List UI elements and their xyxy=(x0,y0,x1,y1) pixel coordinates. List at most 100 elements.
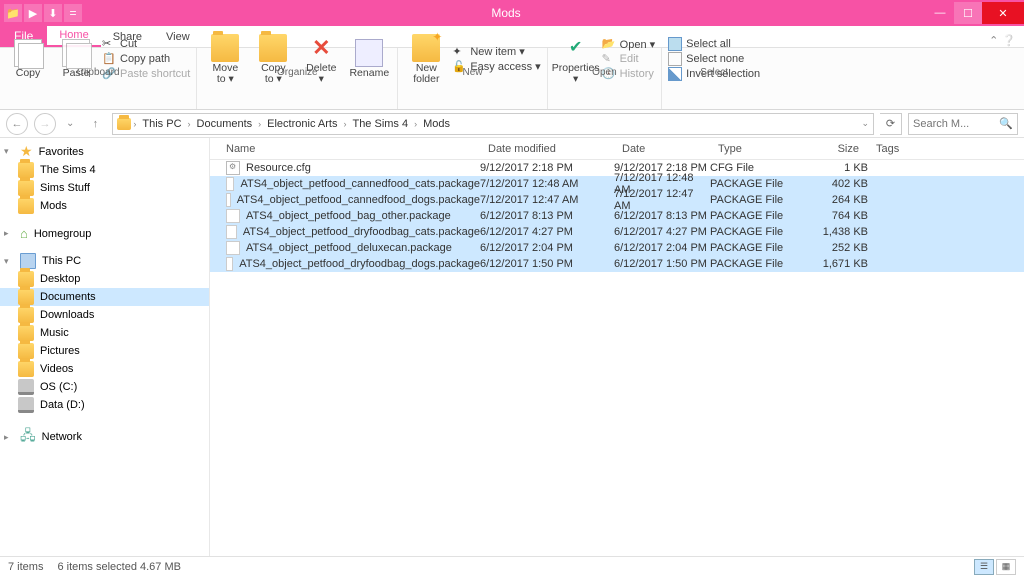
nav-network[interactable]: ▸🖧Network xyxy=(0,424,209,450)
search-icon: 🔍 xyxy=(999,117,1013,130)
crumb-thispc[interactable]: This PC xyxy=(138,118,185,130)
col-size[interactable]: Size xyxy=(798,143,868,155)
nav-homegroup[interactable]: ▸⌂Homegroup xyxy=(0,225,209,242)
collapse-icon[interactable]: ▾ xyxy=(4,256,14,267)
help-icon[interactable]: ❔ xyxy=(1002,34,1016,47)
nav-favorites[interactable]: ▾★Favorites xyxy=(0,142,209,161)
edit-button[interactable]: ✎Edit xyxy=(602,52,656,66)
view-large-button[interactable]: ▦ xyxy=(996,559,1016,575)
nav-pc-item[interactable]: Desktop xyxy=(0,270,209,288)
select-none-icon xyxy=(668,52,682,66)
cut-button[interactable]: ✂Cut xyxy=(102,37,190,51)
group-label: New xyxy=(404,66,540,78)
homegroup-icon: ⌂ xyxy=(20,226,28,241)
col-type[interactable]: Type xyxy=(710,143,798,155)
nav-pc-item-documents[interactable]: Documents xyxy=(0,288,209,306)
nav-pc-item[interactable]: Videos xyxy=(0,360,209,378)
expand-icon[interactable]: ▸ xyxy=(4,432,14,443)
group-clipboard: Copy Paste ✂Cut 📋Copy path 🔗Paste shortc… xyxy=(0,48,197,109)
file-row[interactable]: ATS4_object_petfood_dryfoodbag_cats.pack… xyxy=(210,224,1024,240)
col-date-modified[interactable]: Date modified xyxy=(480,143,614,155)
file-row[interactable]: ATS4_object_petfood_dryfoodbag_dogs.pack… xyxy=(210,256,1024,272)
file-icon xyxy=(226,177,234,191)
file-row[interactable]: ATS4_object_petfood_deluxecan.package6/1… xyxy=(210,240,1024,256)
breadcrumb[interactable]: › This PC› Documents› Electronic Arts› T… xyxy=(112,113,874,135)
nav-fav-item[interactable]: Sims Stuff xyxy=(0,179,209,197)
window-buttons: — ☐ ✕ xyxy=(926,2,1024,24)
search-box[interactable]: 🔍 xyxy=(908,113,1018,135)
chevron-right-icon[interactable]: › xyxy=(258,119,261,129)
status-item-count: 7 items xyxy=(8,561,43,573)
minimize-button[interactable]: — xyxy=(926,2,954,24)
chevron-right-icon[interactable]: › xyxy=(414,119,417,129)
nav-up-button[interactable]: ↑ xyxy=(84,113,106,135)
nav-fav-item[interactable]: The Sims 4 xyxy=(0,161,209,179)
pc-icon xyxy=(20,253,36,269)
file-icon xyxy=(226,225,237,239)
file-size: 1,671 KB xyxy=(798,258,868,270)
file-date: 6/12/2017 8:13 PM xyxy=(614,210,710,222)
refresh-button[interactable]: ⟳ xyxy=(880,113,902,135)
folder-icon xyxy=(18,343,34,359)
file-type: PACKAGE File xyxy=(710,226,798,238)
maximize-button[interactable]: ☐ xyxy=(954,2,982,24)
file-date: 6/12/2017 1:50 PM xyxy=(614,258,710,270)
file-date-modified: 6/12/2017 8:13 PM xyxy=(480,210,614,222)
select-none-button[interactable]: Select none xyxy=(668,52,760,66)
nav-pc-item[interactable]: Downloads xyxy=(0,306,209,324)
crumb-mods[interactable]: Mods xyxy=(419,118,454,130)
drive-icon xyxy=(18,379,34,395)
file-type: PACKAGE File xyxy=(710,242,798,254)
qat-customize-icon[interactable]: = xyxy=(64,4,82,22)
chevron-right-icon[interactable]: › xyxy=(188,119,191,129)
col-name[interactable]: Name xyxy=(210,143,480,155)
close-button[interactable]: ✕ xyxy=(982,2,1024,24)
group-new: New folder ✦New item ▾ 🔓Easy access ▾ Ne… xyxy=(398,48,547,109)
chevron-right-icon[interactable]: › xyxy=(343,119,346,129)
group-organize: Move to ▾ Copy to ▾ ✕Delete ▾ Rename Org… xyxy=(197,48,398,109)
qat-dropdown-icon[interactable]: ⬇ xyxy=(44,4,62,22)
file-type: CFG File xyxy=(710,162,798,174)
nav-thispc[interactable]: ▾This PC xyxy=(0,252,209,270)
group-label: Select xyxy=(668,66,760,78)
nav-back-button[interactable]: ← xyxy=(6,113,28,135)
select-all-button[interactable]: Select all xyxy=(668,37,760,51)
nav-pc-item[interactable]: OS (C:) xyxy=(0,378,209,396)
nav-pc-item[interactable]: Pictures xyxy=(0,342,209,360)
file-size: 764 KB xyxy=(798,210,868,222)
chevron-down-icon[interactable]: ⌄ xyxy=(861,118,869,129)
collapse-icon[interactable]: ▾ xyxy=(4,146,14,157)
col-date[interactable]: Date xyxy=(614,143,710,155)
nav-pc-item[interactable]: Music xyxy=(0,324,209,342)
crumb-ea[interactable]: Electronic Arts xyxy=(263,118,341,130)
crumb-documents[interactable]: Documents xyxy=(193,118,257,130)
nav-pc-item[interactable]: Data (D:) xyxy=(0,396,209,414)
search-input[interactable] xyxy=(913,118,999,130)
view-details-button[interactable]: ☰ xyxy=(974,559,994,575)
file-date-modified: 7/12/2017 12:48 AM xyxy=(480,178,614,190)
open-button[interactable]: 📂Open ▾ xyxy=(602,37,656,51)
folder-icon[interactable]: 📁 xyxy=(4,4,22,22)
nav-fav-item[interactable]: Mods xyxy=(0,197,209,215)
chevron-right-icon[interactable]: › xyxy=(133,119,136,129)
quick-access-toolbar: 📁 ▶ ⬇ = xyxy=(0,4,86,22)
open-icon: 📂 xyxy=(602,37,616,51)
select-all-icon xyxy=(668,37,682,51)
nav-forward-button[interactable]: → xyxy=(34,113,56,135)
file-row[interactable]: ATS4_object_petfood_bag_other.package6/1… xyxy=(210,208,1024,224)
expand-icon[interactable]: ▸ xyxy=(4,228,14,239)
col-tags[interactable]: Tags xyxy=(868,143,1024,155)
folder-icon xyxy=(18,180,34,196)
collapse-ribbon-icon[interactable]: ⌃ xyxy=(989,34,998,47)
sparkle-icon: ✦ xyxy=(452,45,466,59)
new-item-button[interactable]: ✦New item ▾ xyxy=(452,45,540,59)
drive-icon xyxy=(18,397,34,413)
file-size: 1 KB xyxy=(798,162,868,174)
explorer-icon[interactable]: ▶ xyxy=(24,4,42,22)
file-type: PACKAGE File xyxy=(710,178,798,190)
nav-history-dropdown[interactable]: ⌄ xyxy=(62,118,78,129)
folder-icon xyxy=(117,118,131,130)
file-row[interactable]: ATS4_object_petfood_cannedfood_dogs.pack… xyxy=(210,192,1024,208)
copy-path-button[interactable]: 📋Copy path xyxy=(102,52,190,66)
crumb-sims4[interactable]: The Sims 4 xyxy=(348,118,412,130)
